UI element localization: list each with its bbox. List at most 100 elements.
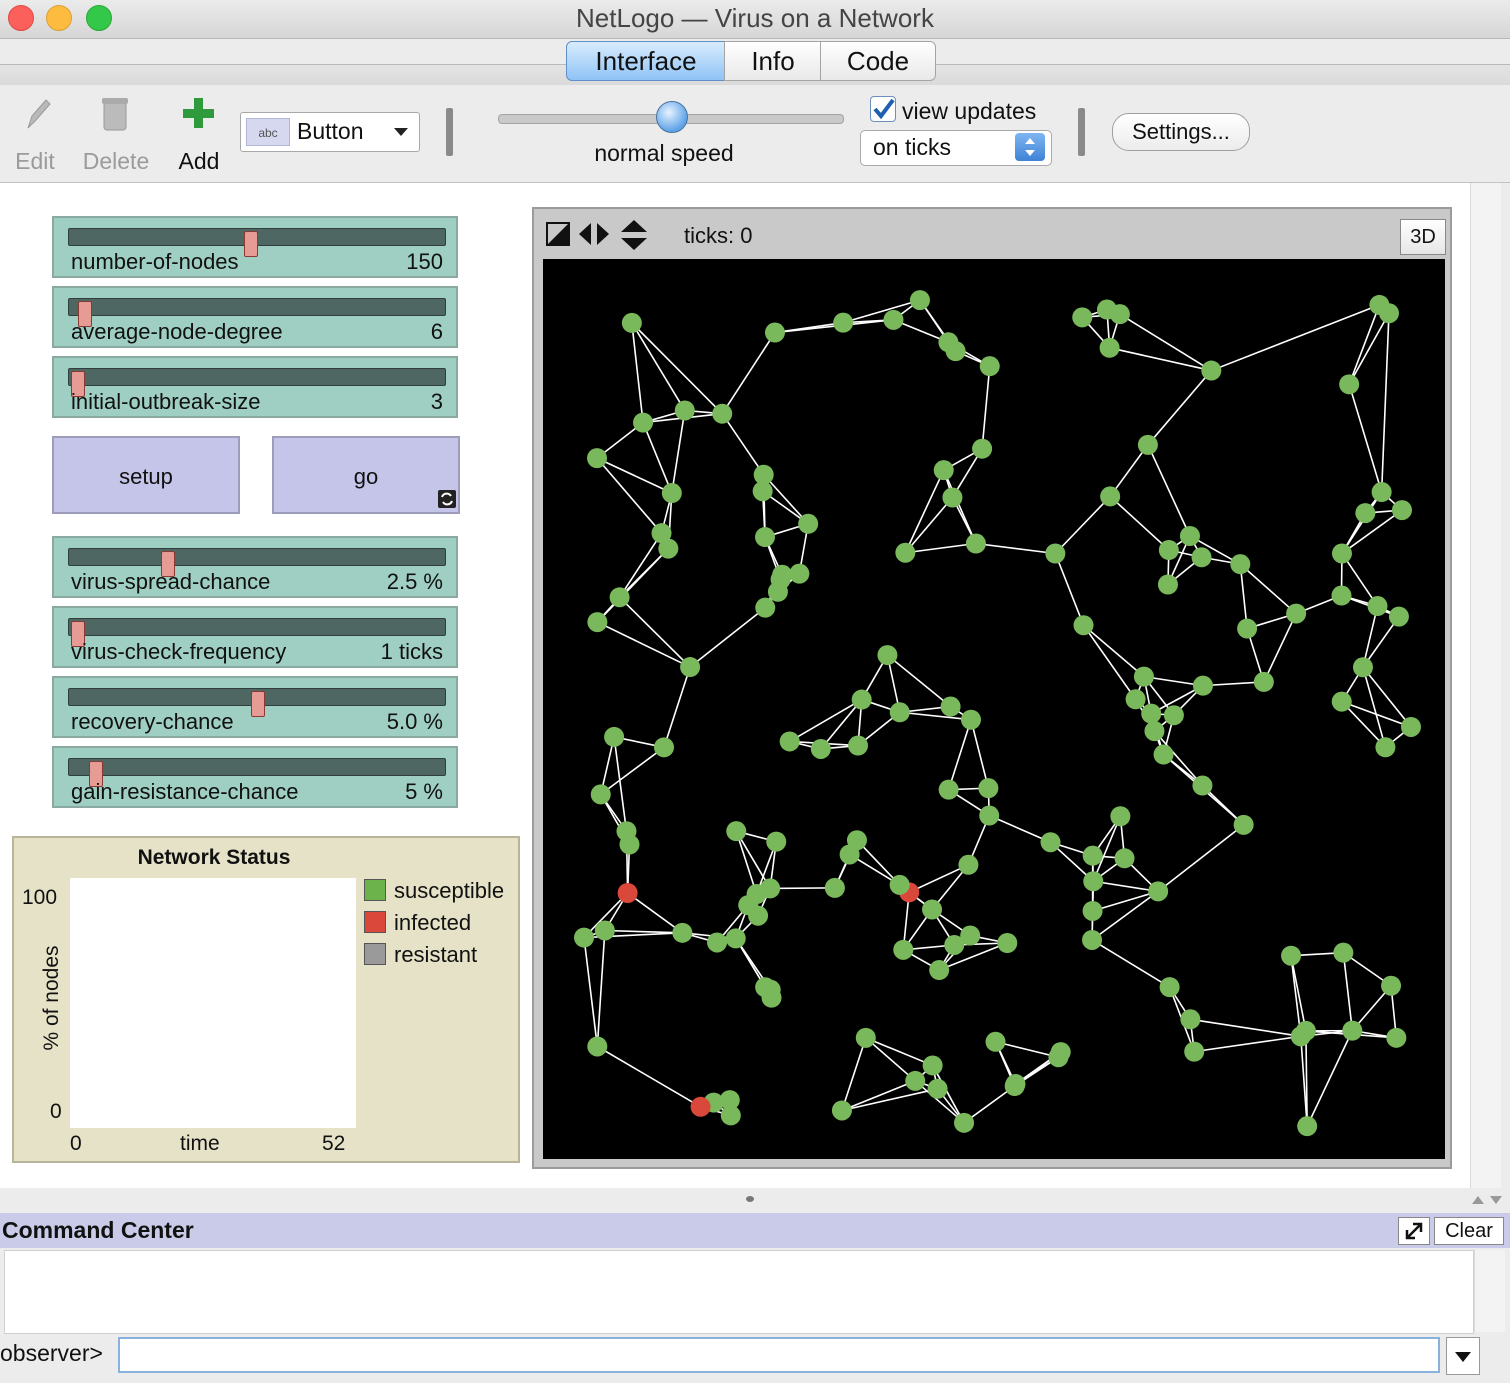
view-edit-icon[interactable]	[546, 221, 570, 247]
slider-initial-outbreak-size[interactable]: initial-outbreak-size 3	[52, 356, 458, 418]
susceptible-node	[1184, 1041, 1205, 1062]
slider-track[interactable]	[68, 368, 446, 397]
susceptible-node	[1045, 543, 1066, 564]
susceptible-node	[1342, 1020, 1363, 1041]
susceptible-node	[672, 922, 693, 943]
susceptible-node	[1082, 929, 1103, 950]
susceptible-node	[680, 657, 701, 678]
slider-value: 1 ticks	[380, 639, 443, 664]
susceptible-node	[587, 448, 608, 469]
susceptible-node	[1083, 871, 1104, 892]
susceptible-node	[609, 587, 630, 608]
plot-ylabel: % of nodes	[40, 945, 63, 1051]
slider-value: 6	[430, 319, 443, 344]
susceptible-node	[755, 597, 776, 618]
susceptible-node	[1082, 845, 1103, 866]
tab-code[interactable]: Code	[820, 41, 936, 81]
horizontal-wrap-arrows-icon[interactable]	[578, 221, 610, 247]
susceptible-node	[942, 487, 963, 508]
vertical-wrap-arrows-icon[interactable]	[620, 219, 648, 251]
susceptible-node	[760, 979, 781, 1000]
plot-title: Network Status	[137, 846, 291, 869]
susceptible-node	[674, 400, 695, 421]
susceptible-node	[1352, 657, 1373, 678]
slider-virus-check-frequency[interactable]: virus-check-frequency 1 ticks	[52, 606, 458, 668]
go-button[interactable]: go	[272, 436, 460, 514]
slider-virus-spread-chance[interactable]: virus-spread-chance 2.5 %	[52, 536, 458, 598]
edit-button[interactable]: Edit	[10, 94, 60, 174]
widget-type-label: Button	[297, 118, 364, 144]
legend-swatch	[364, 879, 386, 901]
susceptible-node	[1192, 675, 1213, 696]
plus-icon	[183, 98, 214, 128]
susceptible-node	[1333, 942, 1354, 963]
speed-slider[interactable]	[498, 101, 844, 133]
susceptible-node	[1040, 832, 1061, 853]
view-updates-checkbox[interactable]	[870, 96, 896, 122]
command-center-header: Command Center Clear	[0, 1213, 1510, 1248]
tab-interface[interactable]: Interface	[566, 41, 726, 81]
expand-icon[interactable]	[1398, 1217, 1430, 1245]
widget-type-select[interactable]: abc Button	[240, 112, 420, 152]
slider-track[interactable]	[68, 758, 446, 787]
plot-ymax: 100	[22, 886, 58, 909]
slider-average-node-degree[interactable]: average-node-degree 6	[52, 286, 458, 348]
slider-track[interactable]	[68, 298, 446, 327]
slider-gain-resistance-chance[interactable]: gain-resistance-chance 5 %	[52, 746, 458, 808]
slider-knob[interactable]	[251, 691, 265, 717]
susceptible-node	[1137, 434, 1158, 455]
settings-button[interactable]: Settings...	[1112, 113, 1250, 151]
slider-track[interactable]	[68, 618, 446, 647]
tab-info[interactable]: Info	[724, 41, 822, 81]
network-canvas[interactable]	[543, 259, 1445, 1159]
network-status-plot[interactable]: Network Status 100 0 % of nodes 0 time 5…	[12, 836, 520, 1163]
slider-knob[interactable]	[243, 231, 258, 257]
delete-button[interactable]: Delete	[80, 94, 152, 174]
3d-view-button[interactable]: 3D	[1400, 219, 1446, 255]
plot-xlabel: time	[180, 1132, 220, 1155]
command-input[interactable]	[118, 1337, 1440, 1373]
slider-recovery-chance[interactable]: recovery-chance 5.0 %	[52, 676, 458, 738]
speed-slider-knob[interactable]	[656, 101, 688, 133]
update-mode-value: on ticks	[873, 134, 951, 160]
plot-area	[70, 878, 356, 1128]
splitter-handle-icon[interactable]	[746, 1196, 754, 1202]
susceptible-node	[633, 412, 654, 433]
slider-track[interactable]	[68, 548, 446, 577]
susceptible-node	[1386, 1027, 1407, 1048]
world-view[interactable]: ticks: 0 3D	[532, 207, 1452, 1169]
command-history-dropdown[interactable]	[1446, 1337, 1480, 1375]
command-output[interactable]	[4, 1250, 1474, 1334]
add-button[interactable]: Add	[172, 94, 226, 174]
command-output-scrollbar[interactable]	[1474, 1250, 1505, 1332]
splitter-arrows-icon[interactable]	[1470, 1194, 1504, 1206]
susceptible-node	[958, 854, 979, 875]
susceptible-node	[1192, 775, 1213, 796]
susceptible-node	[1125, 689, 1146, 710]
update-mode-select[interactable]: on ticks	[860, 130, 1052, 166]
susceptible-node	[1391, 500, 1412, 521]
observer-prompt: observer>	[0, 1340, 103, 1366]
setup-button[interactable]: setup	[52, 436, 240, 514]
slider-value: 3	[430, 389, 443, 414]
toolbar-separator	[446, 108, 453, 156]
title-bar: NetLogo — Virus on a Network	[0, 0, 1510, 39]
chevron-down-icon	[1455, 1352, 1471, 1362]
susceptible-node	[929, 960, 950, 981]
add-label: Add	[178, 148, 220, 174]
susceptible-node	[1367, 596, 1388, 617]
panel-splitter[interactable]	[0, 1188, 1510, 1212]
slider-track[interactable]	[68, 228, 446, 257]
susceptible-node	[654, 737, 675, 758]
legend-swatch	[364, 911, 386, 933]
delete-label: Delete	[82, 148, 150, 174]
susceptible-node	[1179, 525, 1200, 546]
clear-button[interactable]: Clear	[1434, 1217, 1504, 1245]
slider-track[interactable]	[68, 688, 446, 717]
susceptible-node	[590, 784, 611, 805]
susceptible-node	[889, 702, 910, 723]
slider-label: initial-outbreak-size	[71, 389, 261, 414]
susceptible-node	[1159, 977, 1180, 998]
interface-scrollbar[interactable]	[1470, 183, 1501, 1188]
slider-number-of-nodes[interactable]: number-of-nodes 150	[52, 216, 458, 278]
